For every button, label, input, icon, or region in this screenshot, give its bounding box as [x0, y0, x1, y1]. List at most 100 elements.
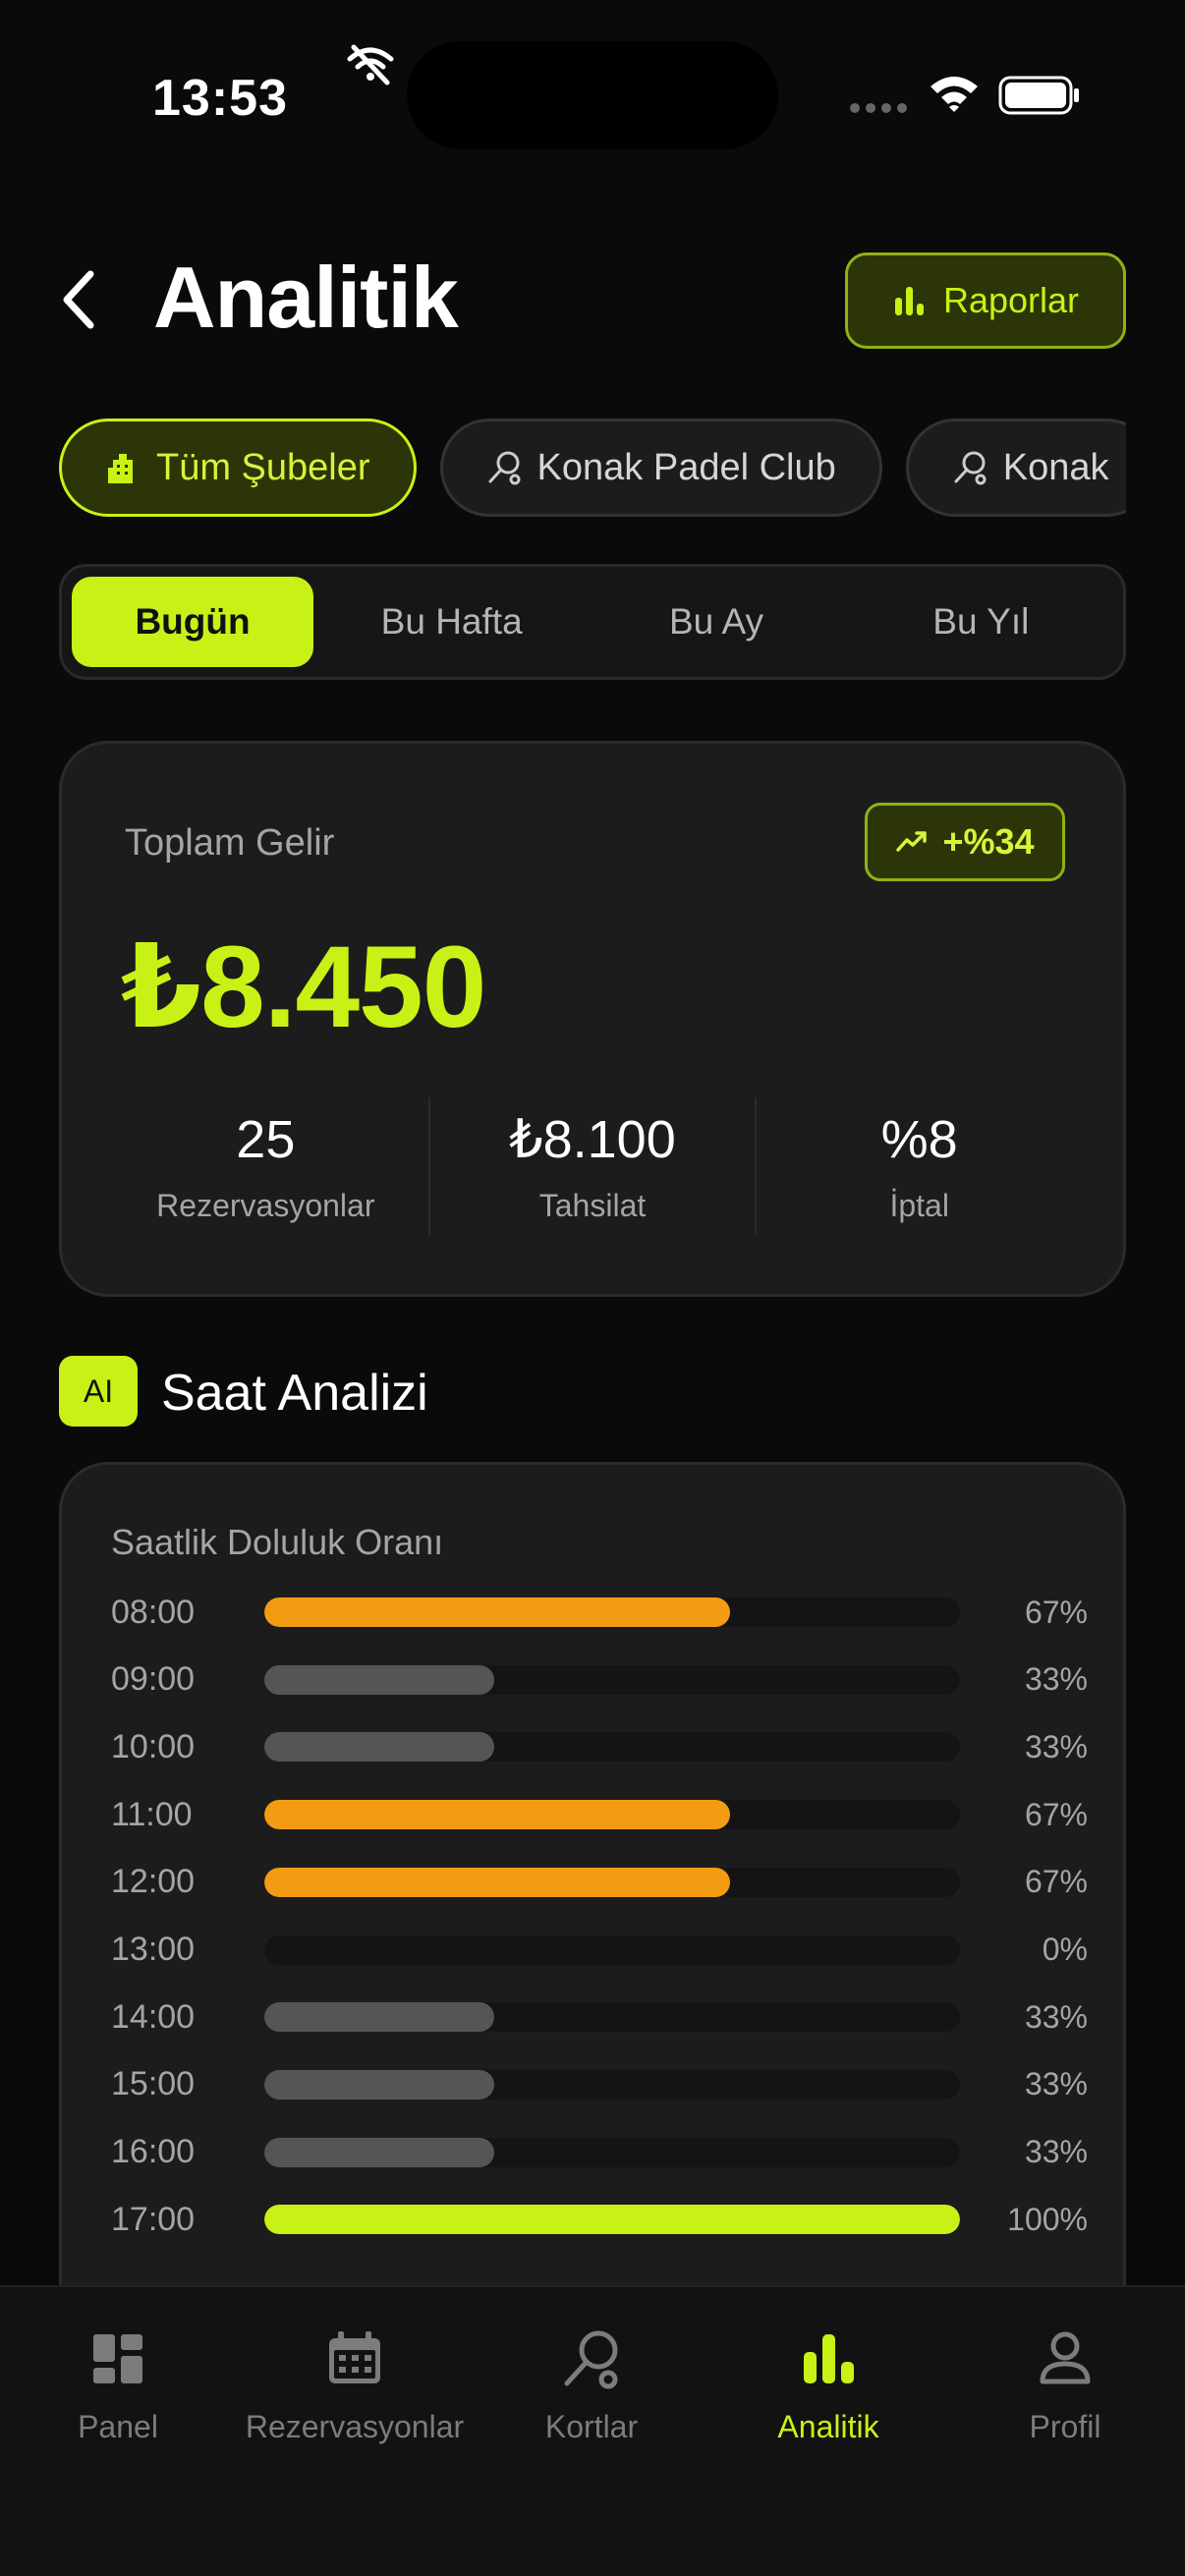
occupancy-bar-track	[264, 2137, 960, 2167]
revenue-label: Toplam Gelir	[125, 822, 335, 864]
reports-button[interactable]: Raporlar	[845, 252, 1126, 349]
nav-label: Profil	[1029, 2409, 1101, 2444]
stat-label: Rezervasyonlar	[156, 1187, 375, 1223]
occupancy-bar	[264, 2069, 494, 2100]
hour-row: 13:00 0%	[111, 1926, 1094, 1975]
branch-chip-all[interactable]: Tüm Şubeler	[59, 419, 417, 517]
occupancy-bar	[264, 2137, 494, 2167]
building-icon	[108, 454, 133, 483]
racket-icon	[954, 451, 987, 485]
bottom-nav: Panel Rezervasyonlar Kortlar Analitik Pr…	[0, 2285, 1185, 2576]
signal-icon	[850, 103, 907, 113]
status-bar: 13:53	[0, 0, 1185, 187]
nav-item-reservations[interactable]: Rezervasyonlar	[237, 2326, 473, 2445]
stat-value: ₺8.100	[509, 1110, 676, 1169]
hour-row: 14:00 33%	[111, 1992, 1094, 2042]
racket-icon	[488, 451, 521, 485]
occupancy-bar-track	[264, 1664, 960, 1695]
user-icon	[1040, 2331, 1091, 2384]
nav-item-courts[interactable]: Kortlar	[474, 2326, 709, 2445]
branch-chip-konak[interactable]: Konak	[905, 419, 1126, 517]
stat-value: 25	[236, 1109, 296, 1169]
nav-label: Analitik	[777, 2409, 879, 2444]
branch-chip-konak-padel[interactable]: Konak Padel Club	[439, 419, 882, 517]
back-button[interactable]	[59, 265, 106, 334]
nav-label: Kortlar	[544, 2409, 639, 2444]
occupancy-bar	[264, 1732, 494, 1763]
occupancy-percent: 67%	[1024, 1594, 1088, 1630]
stat-value: %8	[880, 1109, 958, 1169]
revenue-stats: 25 Rezervasyonlar ₺8.100 Tahsilat %8 İpt…	[62, 1097, 1123, 1235]
occupancy-bar-track	[264, 1597, 960, 1627]
hourly-occupancy-title: Saatlik Doluluk Oranı	[111, 1522, 444, 1562]
occupancy-bar	[264, 2205, 960, 2235]
nav-item-profile[interactable]: Profil	[947, 2326, 1183, 2445]
bar-chart-icon	[894, 287, 924, 315]
revenue-value: ₺8.450	[121, 923, 486, 1052]
period-this-week[interactable]: Bu Hafta	[319, 577, 584, 667]
period-this-year[interactable]: Bu Yıl	[849, 577, 1113, 667]
occupancy-bar-track	[264, 2002, 960, 2033]
hour-row: 11:00 67%	[111, 1790, 1094, 1839]
dashboard-icon	[93, 2334, 142, 2383]
wifi-off-icon	[347, 44, 394, 85]
hour-label: 15:00	[111, 2065, 196, 2103]
branch-chip-label: Konak	[1002, 446, 1109, 488]
branch-chip-label: Tüm Şubeler	[156, 446, 370, 488]
period-selector: Bugün Bu Hafta Bu Ay Bu Yıl	[59, 564, 1126, 680]
occupancy-percent: 100%	[1007, 2201, 1088, 2237]
branch-filter: Tüm Şubeler Konak Padel Club Konak	[59, 419, 1126, 517]
hour-label: 11:00	[111, 1795, 193, 1833]
period-this-month[interactable]: Bu Ay	[584, 577, 848, 667]
hour-label: 10:00	[111, 1727, 196, 1765]
hour-row: 08:00 67%	[111, 1588, 1094, 1637]
chevron-left-icon	[63, 270, 94, 329]
stat-label: Tahsilat	[538, 1188, 647, 1223]
occupancy-percent: 33%	[1024, 1998, 1088, 2035]
trending-up-icon	[896, 831, 928, 852]
trend-value: +%34	[942, 821, 1035, 862]
page-title: Analitik	[153, 249, 459, 346]
hour-row: 16:00 33%	[111, 2128, 1094, 2177]
occupancy-bar-track	[264, 1732, 960, 1763]
occupancy-bar	[264, 1867, 731, 1897]
racket-icon	[564, 2330, 618, 2389]
trend-badge: +%34	[865, 803, 1065, 881]
stat-label: İptal	[889, 1187, 949, 1223]
reports-label: Raporlar	[942, 280, 1080, 320]
nav-item-panel[interactable]: Panel	[0, 2326, 236, 2445]
occupancy-bar	[264, 1597, 731, 1627]
occupancy-bar-track	[264, 2205, 960, 2235]
hour-label: 17:00	[111, 2200, 196, 2238]
stat-cancellation: %8 İptal	[757, 1097, 1082, 1235]
hour-label: 08:00	[111, 1593, 196, 1631]
occupancy-percent: 67%	[1024, 1864, 1088, 1900]
occupancy-percent: 33%	[1024, 1661, 1088, 1698]
occupancy-bar-track	[264, 1800, 960, 1830]
occupancy-bar	[264, 1800, 731, 1830]
nav-item-analytics[interactable]: Analitik	[710, 2326, 946, 2445]
hour-row: 17:00 100%	[111, 2195, 1094, 2244]
hour-label: 12:00	[111, 1863, 196, 1901]
hour-label: 13:00	[111, 1931, 196, 1968]
occupancy-percent: 33%	[1024, 2066, 1088, 2102]
revenue-card: Toplam Gelir +%34 ₺8.450 25 Rezervasyonl…	[59, 741, 1126, 1297]
branch-chip-label: Konak Padel Club	[536, 446, 836, 488]
hour-row: 12:00 67%	[111, 1858, 1094, 1907]
occupancy-percent: 33%	[1024, 1728, 1088, 1764]
wifi-icon	[931, 77, 978, 112]
hour-label: 14:00	[111, 1997, 196, 2036]
occupancy-percent: 0%	[1042, 1932, 1088, 1967]
period-today[interactable]: Bugün	[72, 577, 313, 667]
hour-label: 09:00	[111, 1660, 196, 1699]
status-time: 13:53	[152, 70, 288, 127]
occupancy-bar-track	[264, 2069, 960, 2100]
occupancy-bar-track	[264, 1867, 960, 1897]
hour-row: 09:00 33%	[111, 1655, 1094, 1705]
hour-label: 16:00	[111, 2133, 196, 2171]
stat-collection: ₺8.100 Tahsilat	[430, 1097, 758, 1235]
occupancy-bar	[264, 1664, 494, 1695]
occupancy-bar	[264, 2002, 494, 2033]
section-title: Saat Analizi	[161, 1365, 428, 1422]
calendar-icon	[329, 2331, 380, 2383]
